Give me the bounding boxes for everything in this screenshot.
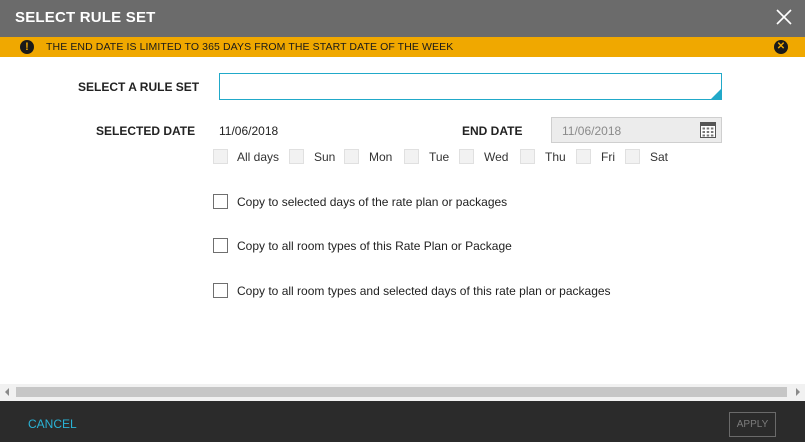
end-date-label: END DATE <box>462 124 523 138</box>
mon-label: Mon <box>369 150 393 164</box>
horizontal-scrollbar[interactable] <box>0 384 805 401</box>
cancel-button[interactable]: CANCEL <box>28 417 77 431</box>
selected-date-value: 11/06/2018 <box>219 124 279 138</box>
sun-checkbox[interactable] <box>289 149 304 164</box>
fri-label: Fri <box>601 150 615 164</box>
all-days-checkbox[interactable] <box>213 149 228 164</box>
scroll-right-icon[interactable] <box>796 388 800 396</box>
wed-checkbox[interactable] <box>459 149 474 164</box>
sat-label: Sat <box>650 150 669 164</box>
end-date-value: 11/06/2018 <box>562 124 622 138</box>
copy-all-room-types-checkbox[interactable] <box>213 238 228 253</box>
copy-all-room-types-label: Copy to all room types of this Rate Plan… <box>237 239 512 253</box>
all-days-label: All days <box>237 150 280 164</box>
exclamation-icon: ! <box>20 40 34 54</box>
tue-checkbox[interactable] <box>404 149 419 164</box>
dialog-header: SELECT RULE SET <box>0 0 805 37</box>
ruleset-label: SELECT A RULE SET <box>78 80 200 94</box>
end-date-field: 11/06/2018 <box>551 117 722 143</box>
warning-text: THE END DATE IS LIMITED TO 365 DAYS FROM… <box>46 41 454 53</box>
apply-button[interactable]: APPLY <box>729 412 776 437</box>
sat-checkbox[interactable] <box>625 149 640 164</box>
sun-label: Sun <box>314 150 336 164</box>
scrollbar-thumb[interactable] <box>16 387 787 397</box>
copy-selected-days-checkbox[interactable] <box>213 194 228 209</box>
resize-corner-icon <box>711 89 721 99</box>
mon-checkbox[interactable] <box>344 149 359 164</box>
calendar-icon[interactable] <box>700 122 716 138</box>
warning-banner: ! THE END DATE IS LIMITED TO 365 DAYS FR… <box>0 37 805 57</box>
copy-selected-days-label: Copy to selected days of the rate plan o… <box>237 195 508 209</box>
tue-label: Tue <box>429 150 450 164</box>
wed-label: Wed <box>484 150 509 164</box>
scroll-left-icon[interactable] <box>5 388 9 396</box>
dialog-footer: CANCEL APPLY <box>0 401 805 442</box>
copy-all-room-types-days-label: Copy to all room types and selected days… <box>237 284 611 298</box>
close-icon[interactable] <box>773 6 795 28</box>
selected-date-label: SELECTED DATE <box>96 124 196 138</box>
thu-label: Thu <box>545 150 566 164</box>
dialog-title: SELECT RULE SET <box>15 9 156 26</box>
close-circle-icon[interactable]: ✕ <box>774 40 788 54</box>
copy-all-room-types-days-checkbox[interactable] <box>213 283 228 298</box>
fri-checkbox[interactable] <box>576 149 591 164</box>
thu-checkbox[interactable] <box>520 149 535 164</box>
ruleset-input[interactable] <box>219 73 722 100</box>
